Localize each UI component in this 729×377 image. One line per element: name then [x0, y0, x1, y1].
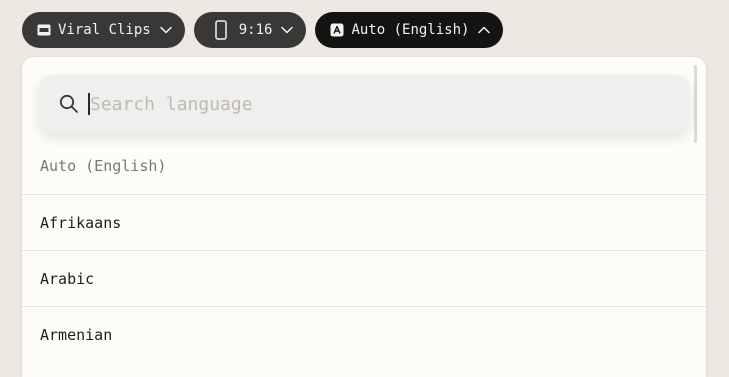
- language-search-input[interactable]: [90, 89, 650, 119]
- project-selector-label: Viral Clips: [58, 22, 151, 38]
- translate-icon: [330, 23, 344, 37]
- language-selector-button[interactable]: Auto (English): [315, 12, 504, 48]
- project-selector-button[interactable]: Viral Clips: [22, 12, 185, 48]
- toolbar: Viral Clips 9:16 Auto (English): [22, 12, 504, 48]
- language-option-label: Armenian: [40, 325, 113, 344]
- aspect-ratio-button[interactable]: 9:16: [193, 12, 307, 48]
- film-icon: [37, 23, 51, 37]
- language-option-label: Afrikaans: [40, 213, 122, 232]
- language-option-afrikaans[interactable]: Afrikaans: [22, 194, 706, 250]
- language-option-auto-english[interactable]: Auto (English): [22, 138, 706, 194]
- chevron-up-icon: [478, 26, 491, 34]
- language-list: Auto (English) Afrikaans Arabic Armenian: [22, 138, 706, 362]
- aspect-ratio-label: 9:16: [238, 22, 273, 38]
- language-option-arabic[interactable]: Arabic: [22, 250, 706, 306]
- language-search-box[interactable]: [39, 75, 689, 133]
- chevron-down-icon: [281, 26, 294, 34]
- search-icon: [59, 94, 79, 114]
- language-option-armenian[interactable]: Armenian: [22, 306, 706, 362]
- chevron-down-icon: [159, 26, 172, 34]
- language-option-label: Auto (English): [40, 157, 167, 175]
- language-dropdown: Auto (English) Afrikaans Arabic Armenian: [22, 57, 706, 377]
- language-selector-label: Auto (English): [351, 22, 470, 38]
- phone-portrait-icon: [214, 20, 227, 40]
- dropdown-scrollbar[interactable]: [694, 65, 697, 143]
- language-option-label: Arabic: [40, 269, 95, 288]
